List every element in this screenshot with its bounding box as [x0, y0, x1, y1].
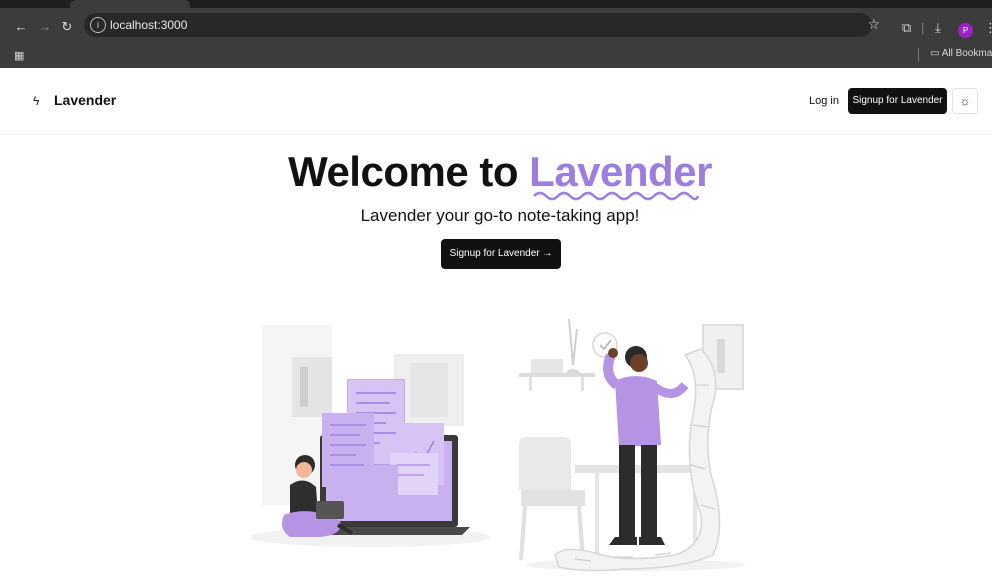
- extensions-icon[interactable]: ⧉: [902, 21, 911, 35]
- download-icon[interactable]: ⤓: [935, 21, 941, 35]
- bookmarks-divider: [918, 48, 919, 62]
- login-link[interactable]: Log in: [809, 95, 839, 107]
- bookmark-star-icon[interactable]: ☆: [867, 16, 880, 33]
- tab-strip: [0, 0, 992, 8]
- feather-icon: ϟ: [33, 94, 40, 108]
- active-tab[interactable]: [70, 0, 190, 8]
- profile-avatar[interactable]: P: [958, 23, 973, 38]
- hero-signup-label: Signup for Lavender: [449, 248, 540, 259]
- all-bookmarks-button[interactable]: ▭ All Bookmarks: [930, 48, 992, 59]
- forward-icon[interactable]: →: [36, 18, 54, 36]
- signup-button[interactable]: Signup for Lavender: [848, 88, 947, 114]
- sun-icon: ☼: [959, 94, 971, 108]
- app-header: ϟ Lavender Log in Signup for Lavender ☼: [0, 68, 992, 135]
- toolbar-divider: |: [921, 20, 925, 35]
- theme-toggle-button[interactable]: ☼: [952, 88, 978, 114]
- brand-name[interactable]: Lavender: [54, 92, 116, 108]
- notes-illustration-right: [519, 318, 745, 572]
- reload-icon[interactable]: ↻: [58, 18, 76, 36]
- site-info-icon[interactable]: i: [90, 17, 106, 33]
- brand-underline-squiggle: [533, 191, 700, 201]
- apps-grid-icon[interactable]: ▦: [14, 49, 24, 62]
- back-icon[interactable]: ←: [12, 18, 30, 36]
- hero-signup-button[interactable]: Signup for Lavender →: [441, 239, 561, 269]
- address-bar[interactable]: i localhost:3000 ☆: [84, 13, 880, 37]
- address-url: localhost:3000: [110, 18, 188, 32]
- browser-chrome: ← → ↻ i localhost:3000 ☆ ⧉ | ⤓ P ⋮ ▦ ▭ A…: [0, 0, 992, 68]
- all-bookmarks-label: All Bookmarks: [941, 48, 992, 59]
- arrow-right-icon: →: [542, 248, 553, 259]
- notes-illustration-left: [250, 325, 490, 547]
- bookmarks-bar: ▦ ▭ All Bookmarks: [0, 42, 992, 68]
- hero-title-brand: Lavender: [529, 148, 712, 195]
- folder-icon: ▭: [930, 48, 940, 59]
- hero-title-prefix: Welcome to: [288, 148, 518, 195]
- hero-title: Welcome to Lavender: [0, 148, 992, 196]
- menu-kebab-icon[interactable]: ⋮: [984, 21, 992, 35]
- hero-subtitle: Lavender your go-to note-taking app!: [360, 206, 640, 225]
- browser-toolbar: ← → ↻ i localhost:3000 ☆ ⧉ | ⤓ P ⋮: [0, 8, 992, 42]
